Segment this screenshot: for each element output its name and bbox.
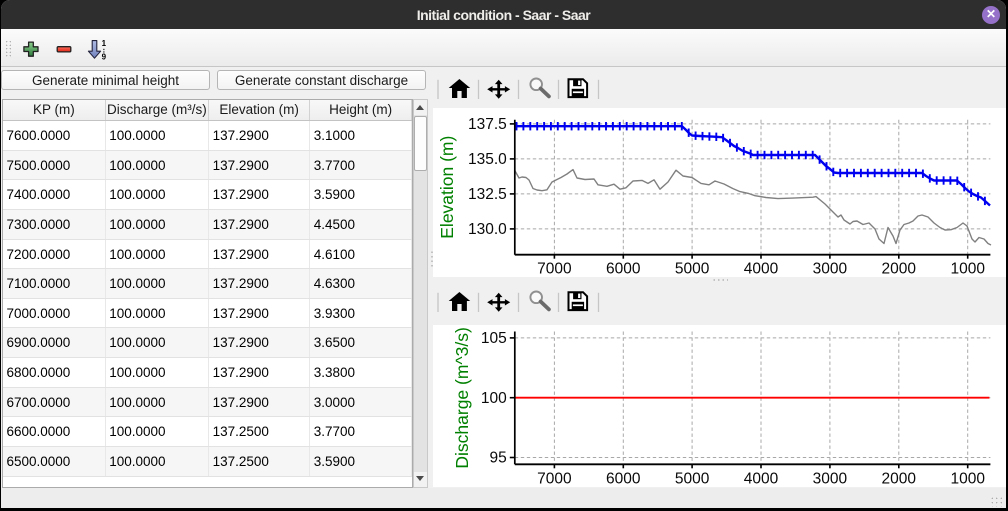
svg-text:135.0: 135.0 [468, 151, 507, 168]
svg-text:3000: 3000 [813, 470, 848, 487]
svg-text:Discharge (m^3/s): Discharge (m^3/s) [452, 327, 472, 468]
svg-text:7000: 7000 [537, 261, 572, 277]
svg-text:Elevation (m): Elevation (m) [437, 136, 457, 239]
svg-text:95: 95 [490, 450, 507, 467]
svg-text:1000: 1000 [950, 470, 985, 487]
svg-text:105: 105 [481, 330, 507, 347]
svg-text:132.5: 132.5 [468, 186, 507, 203]
svg-text:2000: 2000 [882, 261, 917, 277]
svg-text:130.0: 130.0 [468, 221, 507, 238]
svg-text:9: 9 [102, 52, 107, 61]
svg-text:4000: 4000 [744, 261, 779, 277]
svg-text:100: 100 [481, 390, 507, 407]
svg-text:2000: 2000 [882, 470, 917, 487]
svg-text:4000: 4000 [744, 470, 779, 487]
svg-text:6000: 6000 [606, 261, 641, 277]
svg-text:7000: 7000 [537, 470, 572, 487]
svg-text:137.5: 137.5 [468, 116, 507, 133]
svg-text:3000: 3000 [813, 261, 848, 277]
svg-text:1000: 1000 [950, 261, 985, 277]
svg-text:5000: 5000 [675, 470, 710, 487]
svg-text:1: 1 [102, 39, 107, 48]
svg-text:6000: 6000 [606, 470, 641, 487]
svg-text:5000: 5000 [675, 261, 710, 277]
